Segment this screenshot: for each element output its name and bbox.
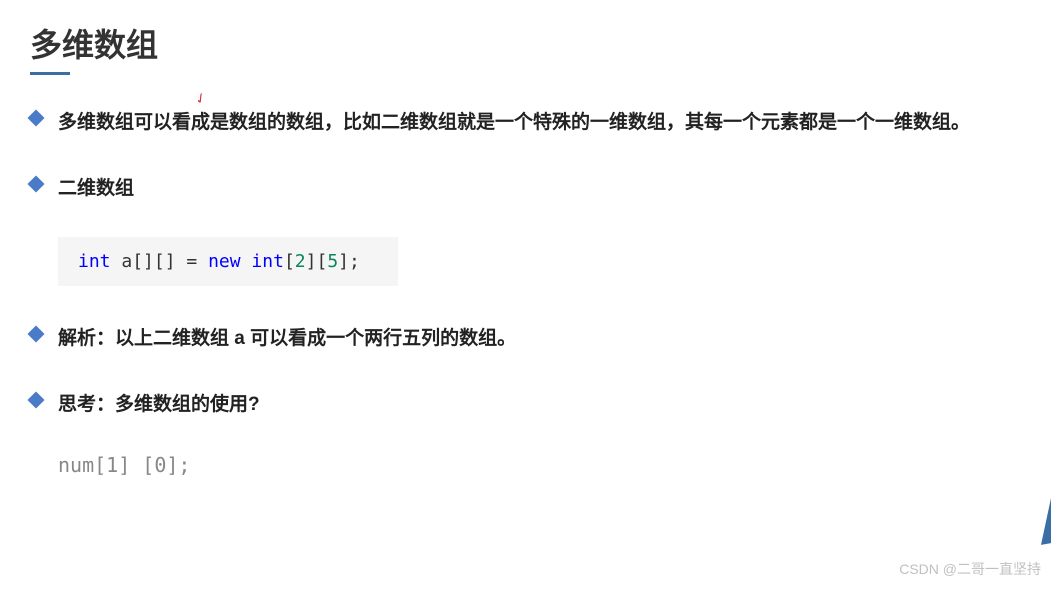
title-underline xyxy=(30,72,70,75)
lbracket: [ xyxy=(316,251,327,272)
code-block: int a[][] = new int[2][5]; xyxy=(58,237,398,286)
bullet-item-1: 多维数组可以看成是数组的数组，比如二维数组就是一个特殊的一维数组，其每一个元素都… xyxy=(30,105,1031,141)
plain-code: num[1] [0]; xyxy=(58,453,1031,477)
type-int: int xyxy=(251,251,284,272)
rbracket: ] xyxy=(338,251,349,272)
decorative-corner xyxy=(1041,498,1051,545)
diamond-icon xyxy=(28,392,45,409)
bullet-text-3: 解析：以上二维数组 a 可以看成一个两行五列的数组。 xyxy=(58,321,516,357)
diamond-icon xyxy=(28,110,45,127)
watermark: CSDN @二哥一直坚持 xyxy=(899,559,1041,579)
semicolon: ; xyxy=(349,251,360,272)
bullet-item-2: 二维数组 xyxy=(30,171,1031,207)
keyword-new: new xyxy=(208,251,241,272)
diamond-icon xyxy=(28,326,45,343)
lbracket: [ xyxy=(284,251,295,272)
bullet-text-1: 多维数组可以看成是数组的数组，比如二维数组就是一个特殊的一维数组，其每一个元素都… xyxy=(58,105,970,141)
number-5: 5 xyxy=(327,251,338,272)
number-2: 2 xyxy=(295,251,306,272)
bullet-item-3: 解析：以上二维数组 a 可以看成一个两行五列的数组。 xyxy=(30,321,1031,357)
identifier: a[][] xyxy=(111,251,187,272)
equals: = xyxy=(186,251,208,272)
space xyxy=(241,251,252,272)
code-text: int a[][] = new int[2][5]; xyxy=(78,251,360,272)
rbracket: ] xyxy=(306,251,317,272)
keyword-int: int xyxy=(78,251,111,272)
diamond-icon xyxy=(28,176,45,193)
page-title: 多维数组 xyxy=(30,20,1031,66)
bullet-item-4: 思考：多维数组的使用? xyxy=(30,387,1031,423)
bullet-text-4: 思考：多维数组的使用? xyxy=(58,387,260,423)
bullet-text-2: 二维数组 xyxy=(58,171,134,207)
